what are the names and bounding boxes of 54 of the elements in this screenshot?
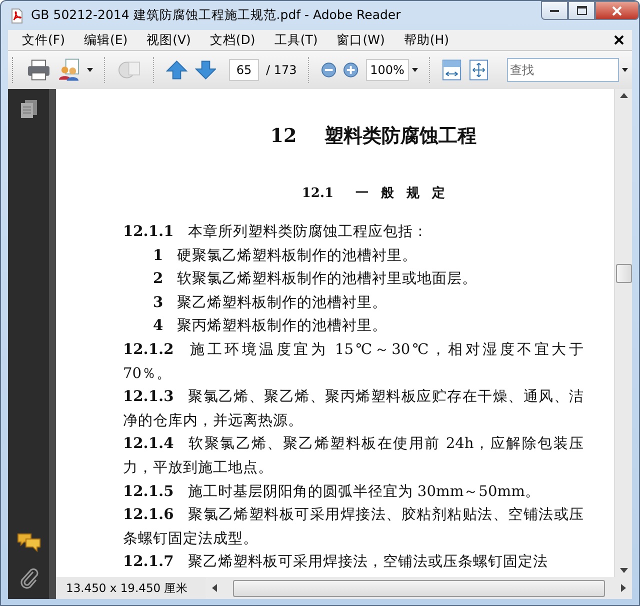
- window-title: GB 50212-2014 建筑防腐蚀工程施工规范.pdf - Adobe Reader: [31, 7, 401, 24]
- comment-icon[interactable]: [16, 533, 40, 553]
- scroll-left-icon[interactable]: [212, 584, 217, 592]
- menu-item[interactable]: 窗口(W): [328, 32, 391, 48]
- minimize-icon: [550, 8, 560, 12]
- scroll-thumb[interactable]: [616, 264, 632, 283]
- page-number-field[interactable]: 65: [229, 59, 260, 81]
- clause-paragraph: 12.1.2 施工环境温度宜为 15℃～30℃，相对湿度不宜大于 70％。: [123, 340, 584, 384]
- menu-item[interactable]: 帮助(H): [396, 32, 455, 48]
- list-item: 2 软聚氯乙烯塑料板制作的池槽衬里或地面层。: [152, 269, 478, 290]
- caret-icon[interactable]: [412, 68, 418, 72]
- scroll-up-icon[interactable]: [620, 93, 628, 98]
- chapter-heading: 12 塑料类防腐蚀工程: [269, 124, 478, 149]
- menu-item[interactable]: 文档(D): [202, 32, 262, 48]
- fit-width-icon[interactable]: [442, 59, 462, 81]
- clause-paragraph: 12.1.1 本章所列塑料类防腐蚀工程应包括：: [123, 222, 429, 242]
- menu-item[interactable]: 文件(F): [14, 32, 71, 48]
- scroll-down-icon[interactable]: [620, 568, 628, 573]
- page-size-label: 13.450 x 19.450 厘米: [65, 580, 190, 597]
- clause-paragraph: 12.1.5 施工时基层阴阳角的圆弧半径宜为 30mm～50mm。: [123, 482, 541, 502]
- clause-paragraph: 12.1.4 软聚氯乙烯、聚乙烯塑料板在使用前 24h，应解除包装压力，平放到施工地点。: [123, 434, 584, 478]
- list-item: 4 聚丙烯塑料板制作的池槽衬里。: [152, 316, 388, 336]
- list-item: 3 聚乙烯塑料板制作的池槽衬里。: [152, 292, 388, 313]
- scroll-thumb[interactable]: [233, 580, 605, 596]
- caret-icon[interactable]: [86, 68, 93, 72]
- section-heading: 12.1 一 般 规 定: [300, 184, 446, 202]
- zoom-dropdown[interactable]: 100%: [366, 59, 410, 81]
- fit-page-icon[interactable]: [468, 59, 488, 81]
- arrow-up-icon[interactable]: [166, 59, 188, 81]
- minimize-button[interactable]: [541, 1, 568, 20]
- pdf-file-icon: [9, 8, 25, 24]
- zoom-in-icon[interactable]: [343, 62, 360, 78]
- arrow-down-icon[interactable]: [194, 59, 216, 81]
- clause-paragraph: 12.1.3 聚氯乙烯、聚乙烯、聚丙烯塑料板应贮存在干燥、通风、洁净的仓库内，并远离热源。: [123, 387, 584, 431]
- maximize-icon: [576, 6, 586, 15]
- list-item: 1 硬聚氯乙烯塑料板制作的池槽衬里。: [152, 246, 418, 266]
- vertical-scrollbar[interactable]: [614, 89, 632, 577]
- zoom-out-icon[interactable]: [320, 62, 336, 78]
- paperclip-icon[interactable]: [18, 567, 38, 589]
- close-button[interactable]: [595, 1, 639, 20]
- close-icon[interactable]: [614, 35, 624, 45]
- close-icon: [612, 6, 622, 16]
- menu-item[interactable]: 视图(V): [138, 32, 197, 48]
- menu-item[interactable]: 工具(T): [266, 32, 324, 48]
- maximize-button[interactable]: [568, 1, 595, 20]
- menu-item[interactable]: 编辑(E): [76, 32, 134, 48]
- clause-paragraph: 12.1.6 聚氯乙烯塑料板可采用焊接法、胶粘剂粘贴法、空铺法或压条螺钉固定法成型。: [123, 505, 584, 549]
- page-total: / 173: [266, 63, 297, 77]
- caret-icon[interactable]: [622, 68, 628, 72]
- pages-icon[interactable]: [20, 99, 38, 119]
- clause-paragraph: 12.1.7 聚乙烯塑料板可采用焊接法，空铺法或压条螺钉固定法: [123, 552, 549, 572]
- print-icon[interactable]: [26, 58, 52, 82]
- scroll-right-icon[interactable]: [621, 584, 626, 592]
- search-field[interactable]: 查找: [507, 58, 620, 82]
